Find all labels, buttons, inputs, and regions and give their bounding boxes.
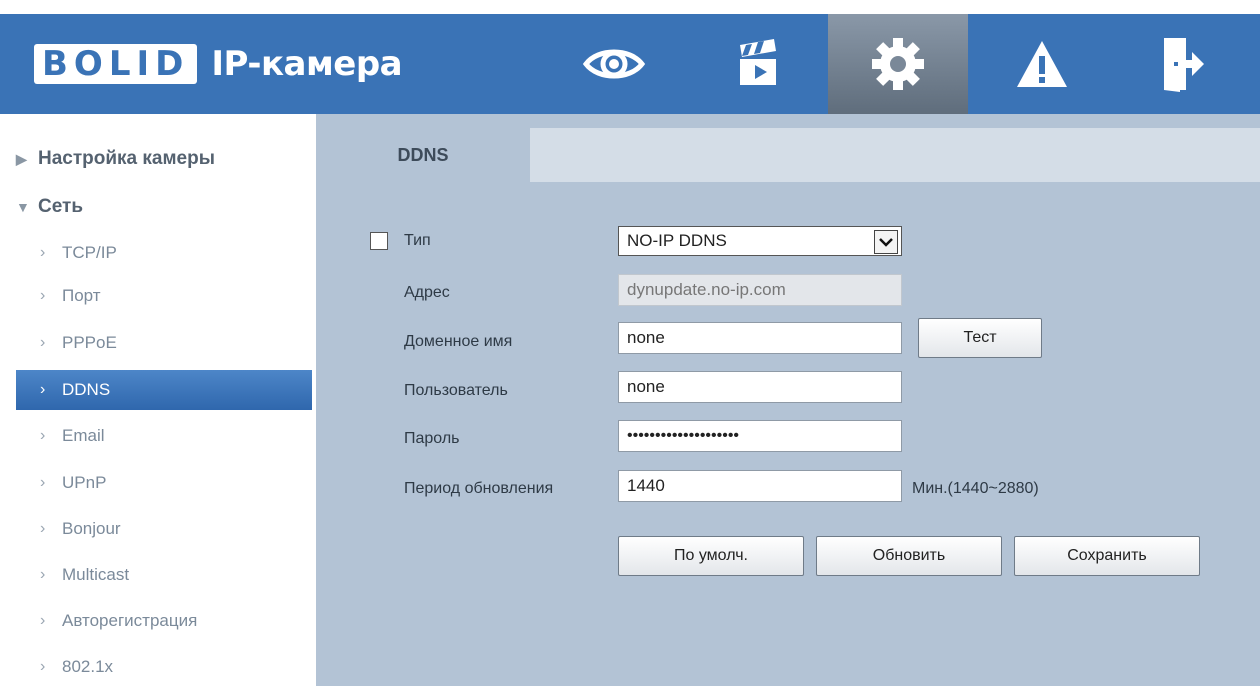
ddns-type-value: NO-IP DDNS [627, 231, 727, 250]
refresh-button[interactable]: Обновить [816, 536, 1002, 576]
dropdown-arrow-icon[interactable] [874, 230, 898, 254]
brand-logo: BOLID [34, 44, 198, 84]
sidebar-item-tcpip[interactable]: › TCP/IP [16, 236, 312, 270]
logo: BOLID IP-камера [34, 36, 403, 92]
sidebar-group-network[interactable]: ▼ Сеть [16, 190, 312, 224]
domain-name-label: Доменное имя [404, 333, 513, 350]
warning-icon [1017, 41, 1067, 87]
clapperboard-icon [740, 39, 776, 85]
sidebar-item-label: DDNS [62, 380, 111, 399]
address-label: Адрес [404, 284, 450, 301]
sidebar: ▶ Настройка камеры ▼ Сеть › TCP/IP › Пор… [0, 114, 316, 686]
sidebar-item-upnp[interactable]: › UPnP [16, 466, 312, 500]
nav-playback[interactable] [688, 14, 828, 114]
content-panel: DDNS Тип NO-IP DDNS Адрес dynupdate.no-i… [316, 114, 1260, 686]
top-header: BOLID IP-камера [0, 14, 1260, 114]
sidebar-item-label: Email [62, 426, 105, 445]
caret-right-icon: ▶ [16, 150, 27, 167]
sidebar-group-label: Настройка камеры [38, 148, 215, 169]
domain-name-input[interactable]: none [618, 322, 902, 354]
sidebar-item-label: UPnP [62, 473, 107, 492]
sidebar-item-email[interactable]: › Email [16, 419, 312, 453]
gear-icon [872, 38, 924, 90]
user-input[interactable]: none [618, 371, 902, 403]
password-label: Пароль [404, 430, 460, 447]
ddns-type-select[interactable]: NO-IP DDNS [618, 226, 902, 256]
eye-icon [582, 49, 646, 79]
nav-logout[interactable] [1112, 14, 1252, 114]
update-period-input[interactable]: 1440 [618, 470, 902, 502]
sidebar-item-label: TCP/IP [62, 243, 117, 262]
sidebar-item-label: Порт [62, 286, 101, 305]
brand-logo-text: BOLID [42, 44, 190, 84]
sidebar-item-label: Bonjour [62, 519, 121, 538]
tab-ddns[interactable]: DDNS [316, 128, 530, 182]
chevron-right-icon: › [40, 427, 46, 444]
sidebar-item-label: 802.1x [62, 657, 114, 676]
nav-live-view[interactable] [544, 14, 684, 114]
sidebar-group-label: Сеть [38, 196, 84, 217]
sidebar-item-label: Авторегистрация [62, 611, 198, 630]
update-period-label: Период обновления [404, 480, 554, 497]
type-label: Тип [404, 232, 431, 249]
chevron-right-icon: › [40, 381, 46, 398]
user-label: Пользователь [404, 382, 508, 399]
sidebar-item-multicast[interactable]: › Multicast [16, 558, 312, 592]
sidebar-item-label: PPPoE [62, 333, 117, 352]
sidebar-item-pppoe[interactable]: › PPPoE [16, 326, 312, 360]
update-period-hint: Мин.(1440~2880) [912, 480, 1039, 497]
chevron-right-icon: › [40, 566, 46, 583]
test-button[interactable]: Тест [918, 318, 1042, 358]
address-field: dynupdate.no-ip.com [618, 274, 902, 306]
exit-door-icon [1164, 38, 1204, 92]
caret-down-icon: ▼ [16, 199, 30, 215]
default-button[interactable]: По умолч. [618, 536, 804, 576]
sidebar-item-port[interactable]: › Порт [16, 279, 312, 313]
password-input[interactable]: •••••••••••••••••••• [618, 420, 902, 452]
product-title: IP-камера [211, 44, 403, 84]
sidebar-item-ddns[interactable]: › DDNS [16, 370, 312, 410]
sidebar-item-8021x[interactable]: › 802.1x [16, 650, 312, 684]
chevron-right-icon: › [40, 612, 46, 629]
nav-alarm[interactable] [972, 14, 1112, 114]
chevron-right-icon: › [40, 334, 46, 351]
sidebar-item-autoregistration[interactable]: › Авторегистрация [16, 604, 312, 638]
chevron-right-icon: › [40, 244, 46, 261]
nav-setup[interactable] [828, 14, 968, 114]
sidebar-group-camera-settings[interactable]: ▶ Настройка камеры [16, 142, 312, 176]
sidebar-item-label: Multicast [62, 565, 130, 584]
chevron-right-icon: › [40, 287, 46, 304]
chevron-right-icon: › [40, 658, 46, 675]
chevron-right-icon: › [40, 520, 46, 537]
sidebar-item-bonjour[interactable]: › Bonjour [16, 512, 312, 546]
save-button[interactable]: Сохранить [1014, 536, 1200, 576]
enable-checkbox[interactable] [370, 232, 388, 250]
chevron-right-icon: › [40, 474, 46, 491]
